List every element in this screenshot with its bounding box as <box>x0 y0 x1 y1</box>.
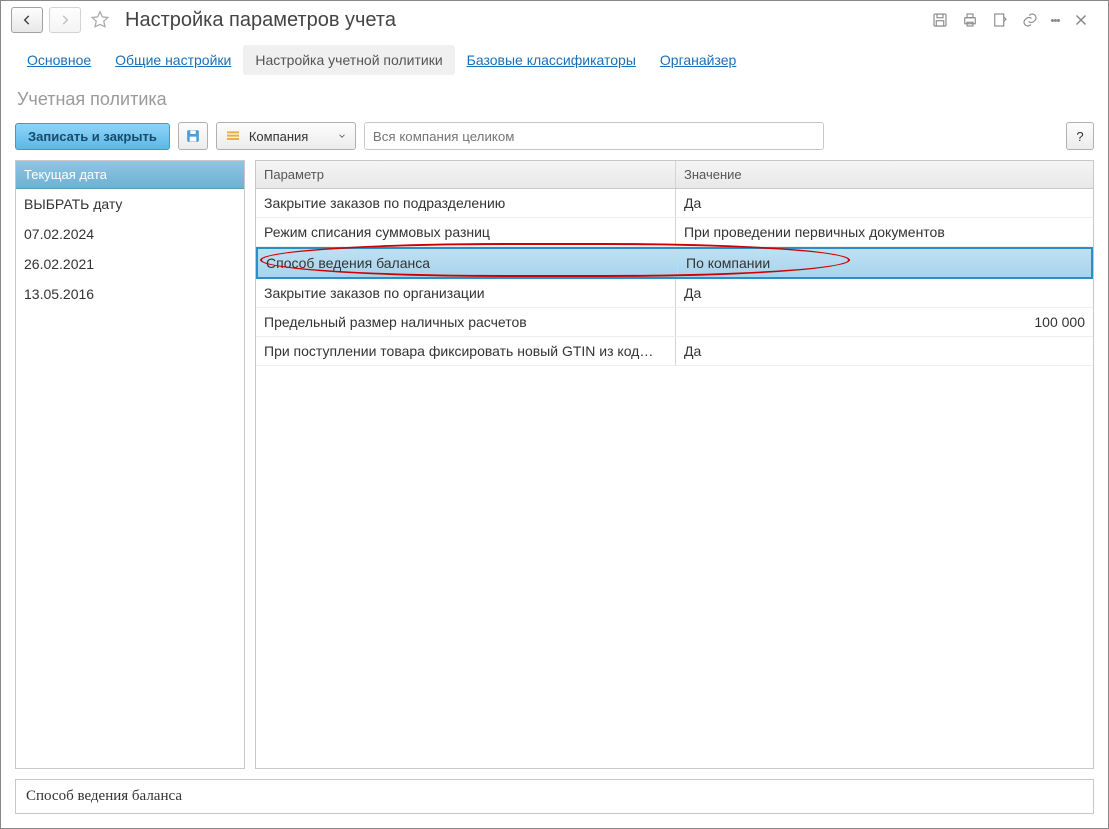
date-item[interactable]: ВЫБРАТЬ дату <box>16 189 244 219</box>
tab-4[interactable]: Органайзер <box>648 45 748 75</box>
param-name: Предельный размер наличных расчетов <box>256 308 676 336</box>
toolbar: Записать и закрыть Компания ? <box>1 122 1108 160</box>
date-panel: Текущая дата ВЫБРАТЬ дату07.02.202426.02… <box>15 160 245 769</box>
save-button[interactable] <box>178 122 208 150</box>
table-row[interactable]: Режим списания суммовых разницПри провед… <box>256 218 1093 247</box>
report-icon[interactable] <box>991 11 1009 29</box>
date-item[interactable]: 07.02.2024 <box>16 219 244 249</box>
tab-0[interactable]: Основное <box>15 45 103 75</box>
param-value: 100 000 <box>676 308 1093 336</box>
page-title: Настройка параметров учета <box>119 9 925 32</box>
param-name: Способ ведения баланса <box>258 249 678 277</box>
save-icon[interactable] <box>931 11 949 29</box>
section-tabs: ОсновноеОбщие настройкиНастройка учетной… <box>1 39 1108 75</box>
link-icon[interactable] <box>1021 11 1039 29</box>
nav-forward-button[interactable] <box>49 7 81 33</box>
param-value: Да <box>676 189 1093 217</box>
param-value: При проведении первичных документов <box>676 218 1093 246</box>
table-row[interactable]: Закрытие заказов по организацииДа <box>256 279 1093 308</box>
titlebar: Настройка параметров учета <box>1 1 1108 39</box>
table-row[interactable]: Закрытие заказов по подразделениюДа <box>256 189 1093 218</box>
more-menu-icon[interactable] <box>1051 17 1060 24</box>
tab-3[interactable]: Базовые классификаторы <box>455 45 648 75</box>
chevron-down-icon <box>337 131 347 141</box>
param-value: Да <box>676 279 1093 307</box>
nav-back-button[interactable] <box>11 7 43 33</box>
table-row[interactable]: Предельный размер наличных расчетов100 0… <box>256 308 1093 337</box>
scope-label: Компания <box>249 129 329 144</box>
subsection-title: Учетная политика <box>1 75 1108 122</box>
table-row[interactable]: Способ ведения балансаПо компании <box>256 247 1093 279</box>
print-icon[interactable] <box>961 11 979 29</box>
filter-input[interactable] <box>364 122 824 150</box>
param-name: Режим списания суммовых разниц <box>256 218 676 246</box>
table-row[interactable]: При поступлении товара фиксировать новый… <box>256 337 1093 366</box>
close-icon[interactable] <box>1072 11 1090 29</box>
param-name: Закрытие заказов по подразделению <box>256 189 676 217</box>
save-and-close-button[interactable]: Записать и закрыть <box>15 123 170 150</box>
param-name: При поступлении товара фиксировать новый… <box>256 337 676 365</box>
date-item[interactable]: 13.05.2016 <box>16 279 244 309</box>
tab-1[interactable]: Общие настройки <box>103 45 243 75</box>
column-header-value: Значение <box>676 161 1093 188</box>
favorite-star-icon[interactable] <box>87 7 113 33</box>
date-panel-header: Текущая дата <box>16 161 244 189</box>
help-button[interactable]: ? <box>1066 122 1094 150</box>
scope-dropdown[interactable]: Компания <box>216 122 356 150</box>
status-footer: Способ ведения баланса <box>15 779 1094 814</box>
tab-2[interactable]: Настройка учетной политики <box>243 45 454 75</box>
column-header-param: Параметр <box>256 161 676 188</box>
date-item[interactable]: 26.02.2021 <box>16 249 244 279</box>
param-value: По компании <box>678 249 1091 277</box>
param-name: Закрытие заказов по организации <box>256 279 676 307</box>
param-value: Да <box>676 337 1093 365</box>
parameters-table: Параметр Значение Закрытие заказов по по… <box>255 160 1094 769</box>
